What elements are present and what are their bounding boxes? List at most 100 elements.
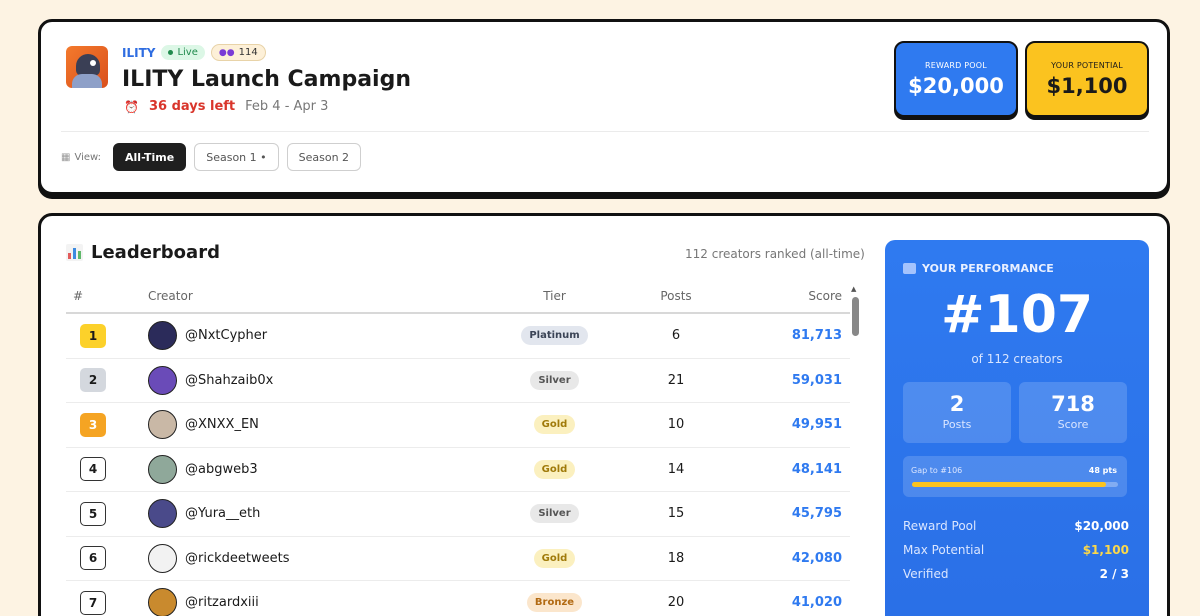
score-value: 81,713 — [791, 328, 842, 344]
reward-pool-card: REWARD POOL $20,000 — [894, 41, 1018, 117]
rank-badge: 2 — [80, 368, 106, 393]
posts-value: 18 — [667, 550, 685, 566]
avatar[interactable] — [148, 499, 177, 529]
leaderboard-card: Leaderboard 112 creators ranked (all-tim… — [38, 213, 1170, 616]
creator-cell: @rickdeetweets — [148, 543, 478, 573]
avatar[interactable] — [148, 454, 177, 484]
rank-cell: 7 — [66, 590, 148, 615]
rank-badge: 5 — [80, 501, 106, 526]
max-potential-row-label: Max Potential — [903, 543, 985, 557]
view-season-1-button[interactable]: Season 1 • — [194, 143, 279, 171]
tier-badge: Platinum — [521, 326, 588, 346]
creator-handle[interactable]: @XNXX_EN — [185, 417, 259, 432]
gap-points: 48 pts — [1088, 466, 1117, 475]
avatar[interactable] — [148, 543, 177, 573]
table-row[interactable]: 6 @rickdeetweets Gold 18 42,080 — [66, 537, 850, 581]
rank-cell: 5 — [66, 501, 148, 526]
leaderboard-title-row: Leaderboard — [66, 242, 220, 263]
leaderboard-subtitle: 112 creators ranked (all-time) — [685, 247, 865, 261]
your-potential-value: $1,100 — [1046, 73, 1128, 98]
table-row[interactable]: 4 @abgweb3 Gold 14 48,141 — [66, 448, 850, 492]
campaign-time-row: ⏰ 36 days left Feb 4 - Apr 3 — [124, 99, 328, 114]
participant-count: 114 — [238, 47, 258, 58]
tier-cell: Gold — [478, 459, 631, 479]
campaign-logo — [66, 46, 108, 88]
score-cell: 59,031 — [721, 373, 850, 388]
campaign-title: ILITY Launch Campaign — [122, 67, 411, 92]
posts-value: 10 — [667, 417, 685, 433]
gap-progress-box: Gap to #106 48 pts — [903, 456, 1127, 497]
reward-pool-row-value: $20,000 — [1074, 519, 1129, 533]
creator-handle[interactable]: @rickdeetweets — [185, 551, 289, 566]
creator-handle[interactable]: @Shahzaib0x — [185, 373, 273, 388]
avatar[interactable] — [148, 321, 177, 351]
trending-chart-icon — [903, 263, 916, 274]
leaderboard-table: # Creator Tier Posts Score 1 @NxtCypher Pl… — [66, 280, 850, 616]
reward-pool-row: Reward Pool $20,000 — [903, 519, 1129, 533]
table-row[interactable]: 3 @XNXX_EN Gold 10 49,951 — [66, 403, 850, 448]
tier-cell: Platinum — [478, 326, 631, 346]
view-season-2-button[interactable]: Season 2 — [286, 143, 362, 171]
scroll-thumb[interactable] — [852, 297, 859, 336]
column-header-score: Score — [808, 289, 842, 303]
creator-cell: @Yura__eth — [148, 499, 478, 529]
table-row[interactable]: 5 @Yura__eth Silver 15 45,795 — [66, 492, 850, 537]
score-cell: 45,795 — [721, 506, 850, 521]
creator-handle[interactable]: @ritzardxiii — [185, 595, 259, 610]
verified-row-value: 2 / 3 — [1099, 567, 1129, 581]
tier-cell: Gold — [478, 415, 631, 435]
scroll-up-arrow-icon[interactable]: ▲ — [851, 285, 856, 293]
checkered-flag-icon: ▦ — [61, 151, 71, 163]
score-value: 59,031 — [791, 372, 842, 388]
creator-handle[interactable]: @Yura__eth — [185, 506, 260, 521]
rank-badge: 7 — [80, 590, 106, 615]
posts-value: 21 — [667, 372, 685, 388]
verified-row-label: Verified — [903, 567, 949, 581]
max-potential-row-value: $1,100 — [1082, 543, 1129, 557]
days-left: 36 days left — [148, 99, 236, 114]
reward-pool-value: $20,000 — [908, 73, 1004, 98]
score-value: 42,080 — [791, 550, 842, 566]
live-label: Live — [177, 47, 198, 58]
avatar[interactable] — [148, 410, 177, 440]
creator-cell: @ritzardxiii — [148, 588, 478, 616]
rank-cell: 4 — [66, 457, 148, 482]
rank-cell: 6 — [66, 546, 148, 571]
verified-row: Verified 2 / 3 — [903, 567, 1129, 581]
posts-cell: 10 — [631, 417, 721, 432]
alarm-clock-icon: ⏰ — [124, 99, 139, 114]
tier-badge: Gold — [533, 459, 576, 479]
brand-name[interactable]: ILITY — [122, 46, 155, 60]
performance-of-label: of 112 creators — [971, 352, 1063, 366]
table-row[interactable]: 2 @Shahzaib0x Silver 21 59,031 — [66, 359, 850, 403]
reward-pool-label: REWARD POOL — [925, 60, 987, 70]
leaderboard-header-row: # Creator Tier Posts Score — [66, 280, 850, 314]
creator-cell: @Shahzaib0x — [148, 365, 478, 395]
avatar[interactable] — [148, 588, 177, 616]
column-header-tier: Tier — [543, 289, 566, 303]
score-stat-label: Score — [1057, 418, 1089, 431]
leaderboard-scrollbar[interactable]: ▲ — [851, 285, 860, 607]
campaign-meta-row: ILITY Live ●● 114 — [122, 44, 266, 61]
table-row[interactable]: 1 @NxtCypher Platinum 6 81,713 — [66, 314, 850, 359]
rank-badge: 6 — [80, 546, 106, 571]
bar-chart-icon — [66, 244, 83, 261]
view-all-time-button[interactable]: All-Time — [113, 143, 187, 171]
score-cell: 81,713 — [721, 328, 850, 343]
posts-stat-value: 2 — [949, 392, 965, 416]
score-value: 41,020 — [791, 595, 842, 611]
score-cell: 42,080 — [721, 551, 850, 566]
posts-cell: 21 — [631, 373, 721, 388]
tier-cell: Gold — [478, 548, 631, 568]
score-value: 48,141 — [791, 461, 842, 477]
rank-cell: 3 — [66, 412, 148, 437]
leaderboard-title: Leaderboard — [91, 242, 220, 263]
header-divider — [61, 131, 1149, 132]
rank-badge: 4 — [80, 457, 106, 482]
performance-title: YOUR PERFORMANCE — [922, 262, 1054, 275]
creator-handle[interactable]: @NxtCypher — [185, 328, 267, 343]
reward-pool-row-label: Reward Pool — [903, 519, 977, 533]
creator-handle[interactable]: @abgweb3 — [185, 462, 258, 477]
table-row[interactable]: 7 @ritzardxiii Bronze 20 41,020 — [66, 581, 850, 616]
avatar[interactable] — [148, 365, 177, 395]
